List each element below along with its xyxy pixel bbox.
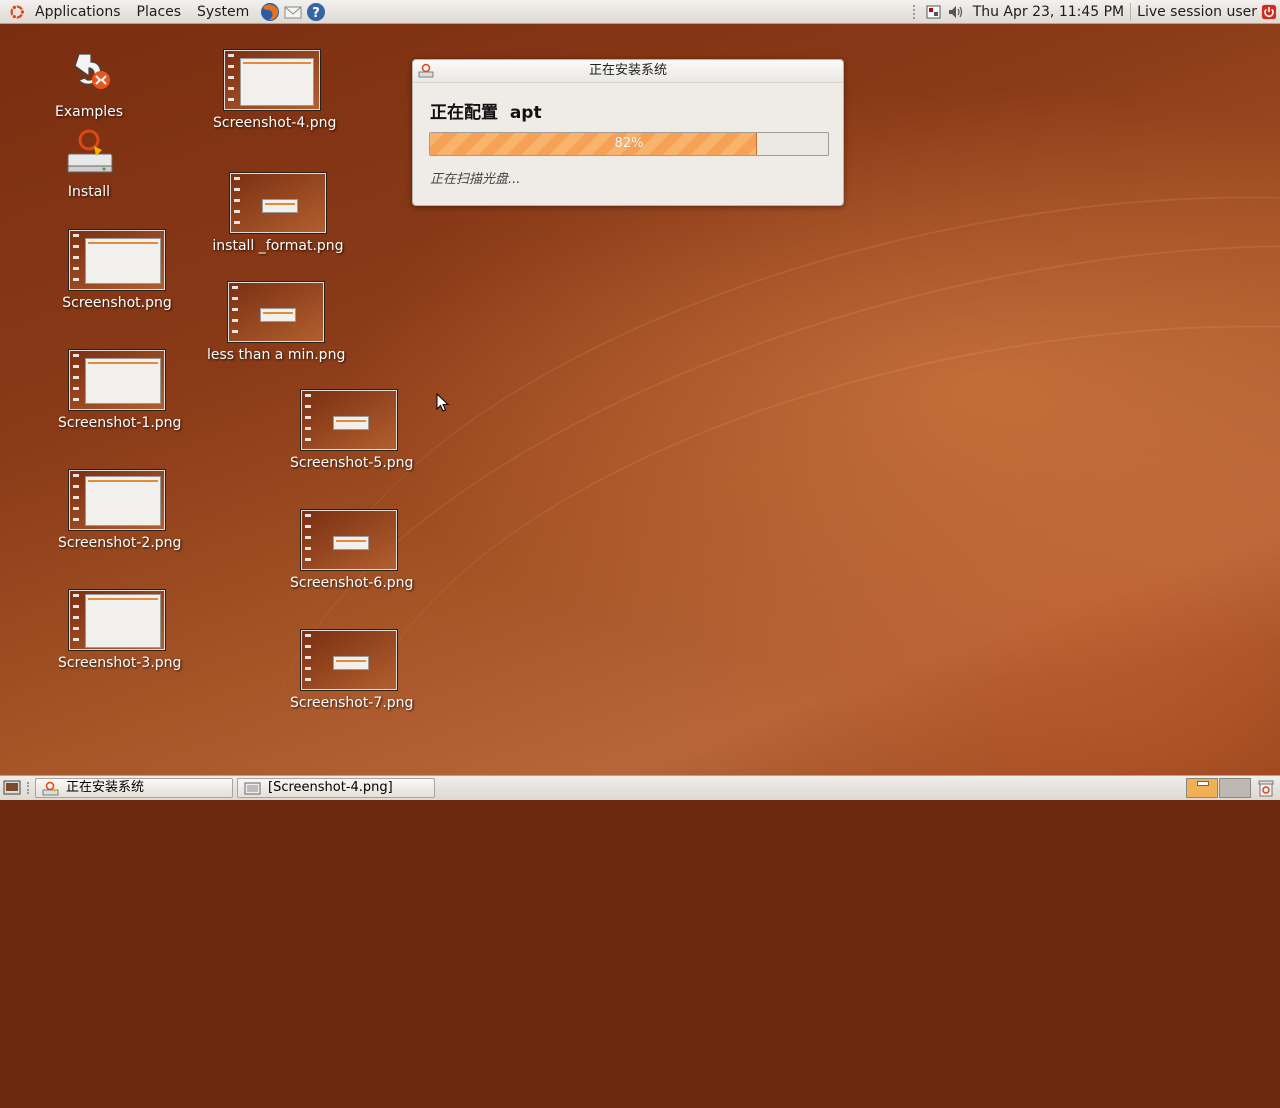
desktop-icon-label: Examples	[54, 104, 124, 120]
thumbnail-window	[333, 536, 369, 550]
power-icon[interactable]	[1260, 4, 1278, 20]
thumbnail-window	[262, 199, 298, 213]
desktop-icon-label: Screenshot-6.png	[290, 575, 414, 591]
dialog-heading: 正在配置 apt	[430, 103, 542, 123]
desktop-icon-screenshot-2[interactable]: Screenshot-2.png	[58, 469, 182, 551]
image-thumbnail	[68, 589, 166, 651]
menu-places[interactable]: Places	[129, 0, 190, 24]
image-thumbnail	[68, 469, 166, 531]
task-label: 正在安装系统	[66, 780, 145, 795]
bottom-panel: 正在安装系统 [Screenshot-4.png]	[0, 775, 1280, 800]
image-thumbnail	[300, 629, 398, 691]
thumbnail-window	[240, 58, 314, 106]
help-icon[interactable]: ?	[306, 2, 326, 22]
clock[interactable]: Thu Apr 23, 11:45 PM	[973, 4, 1124, 20]
volume-icon[interactable]	[947, 4, 965, 20]
installer-icon	[42, 781, 59, 796]
desktop-icon-label: install _format.png	[212, 238, 344, 254]
menu-system[interactable]: System	[189, 0, 257, 24]
desktop-icon-screenshot[interactable]: Screenshot.png	[58, 229, 176, 311]
desktop-icon-label: less than a min.png	[207, 347, 346, 363]
user-name[interactable]: Live session user	[1137, 4, 1257, 20]
menu-applications[interactable]: Applications	[27, 0, 129, 24]
desktop-icon-label: Screenshot-3.png	[58, 655, 182, 671]
image-viewer-icon	[244, 782, 261, 795]
firefox-icon[interactable]	[260, 2, 280, 22]
image-thumbnail	[229, 172, 327, 234]
desktop-icon-install[interactable]: Install	[48, 128, 130, 200]
thumbnail-window	[85, 594, 161, 648]
thumbnail-window	[260, 308, 296, 322]
desktop-icon-screenshot-7[interactable]: Screenshot-7.png	[290, 629, 414, 711]
image-thumbnail	[300, 509, 398, 571]
panel-separator	[1130, 3, 1132, 21]
desktop-icon-less-than-a-min[interactable]: less than a min.png	[207, 281, 345, 363]
examples-icon	[74, 53, 110, 89]
thumbnail-window	[85, 238, 161, 284]
thumbnail-window	[85, 358, 161, 404]
desktop-icon-screenshot-3[interactable]: Screenshot-3.png	[58, 589, 182, 671]
desktop-icon-label: Install	[67, 184, 111, 200]
network-icon[interactable]	[925, 4, 943, 20]
dialog-titlebar[interactable]: 正在安装系统	[413, 60, 843, 83]
desktop-icon-label: Screenshot-4.png	[213, 115, 337, 131]
desktop-icon-label: Screenshot-1.png	[58, 415, 182, 431]
image-thumbnail	[68, 229, 166, 291]
desktop-icon-label: Screenshot-5.png	[290, 455, 414, 471]
workspace-1[interactable]	[1186, 778, 1218, 798]
desktop-icon-screenshot-5[interactable]: Screenshot-5.png	[290, 389, 414, 471]
task-screenshot-4[interactable]: [Screenshot-4.png]	[237, 778, 435, 798]
ubuntu-logo-icon[interactable]	[8, 3, 26, 21]
install-icon	[67, 129, 113, 173]
wallpaper-swoosh	[193, 112, 1280, 1108]
desktop-icon-label: Screenshot.png	[62, 295, 172, 311]
show-desktop-icon[interactable]	[3, 780, 21, 796]
mouse-cursor-icon	[436, 393, 450, 412]
mail-icon[interactable]	[283, 2, 303, 22]
progress-bar: 82%	[429, 132, 829, 156]
desktop-icon-screenshot-1[interactable]: Screenshot-1.png	[58, 349, 182, 431]
panel-right-area: Thu Apr 23, 11:45 PM Live session user	[912, 0, 1280, 24]
image-thumbnail	[223, 49, 321, 111]
svg-text:?: ?	[312, 6, 320, 21]
progress-percent: 82%	[614, 136, 644, 151]
top-panel: Applications Places System ? Thu Apr 23,…	[0, 0, 1280, 24]
dialog-status: 正在扫描光盘...	[430, 172, 521, 187]
task-installer[interactable]: 正在安装系统	[35, 778, 233, 798]
thumbnail-window	[333, 416, 369, 430]
task-label: [Screenshot-4.png]	[268, 780, 393, 795]
dialog-title: 正在安装系统	[588, 63, 667, 78]
desktop-icon-examples[interactable]: Examples	[48, 48, 130, 120]
image-thumbnail	[300, 389, 398, 451]
desktop-icon-screenshot-6[interactable]: Screenshot-6.png	[290, 509, 414, 591]
installer-icon	[418, 63, 434, 78]
image-thumbnail	[68, 349, 166, 411]
desktop-icon-screenshot-4[interactable]: Screenshot-4.png	[213, 49, 337, 131]
install-progress-dialog[interactable]: 正在安装系统 正在配置 apt 82% 正在扫描光盘...	[412, 59, 844, 206]
image-thumbnail	[227, 281, 325, 343]
trash-icon[interactable]	[1256, 779, 1276, 797]
panel-handle-icon	[27, 782, 32, 794]
desktop-icon-label: Screenshot-7.png	[290, 695, 414, 711]
workspace-window-indicator	[1197, 781, 1209, 786]
thumbnail-window	[333, 656, 369, 670]
desktop-icon-label: Screenshot-2.png	[58, 535, 182, 551]
wallpaper-swoosh	[306, 227, 1280, 1083]
workspace-2[interactable]	[1219, 778, 1251, 798]
thumbnail-window	[85, 476, 161, 526]
panel-handle-icon	[912, 5, 919, 19]
desktop-icon-install-format[interactable]: install _format.png	[210, 172, 346, 254]
